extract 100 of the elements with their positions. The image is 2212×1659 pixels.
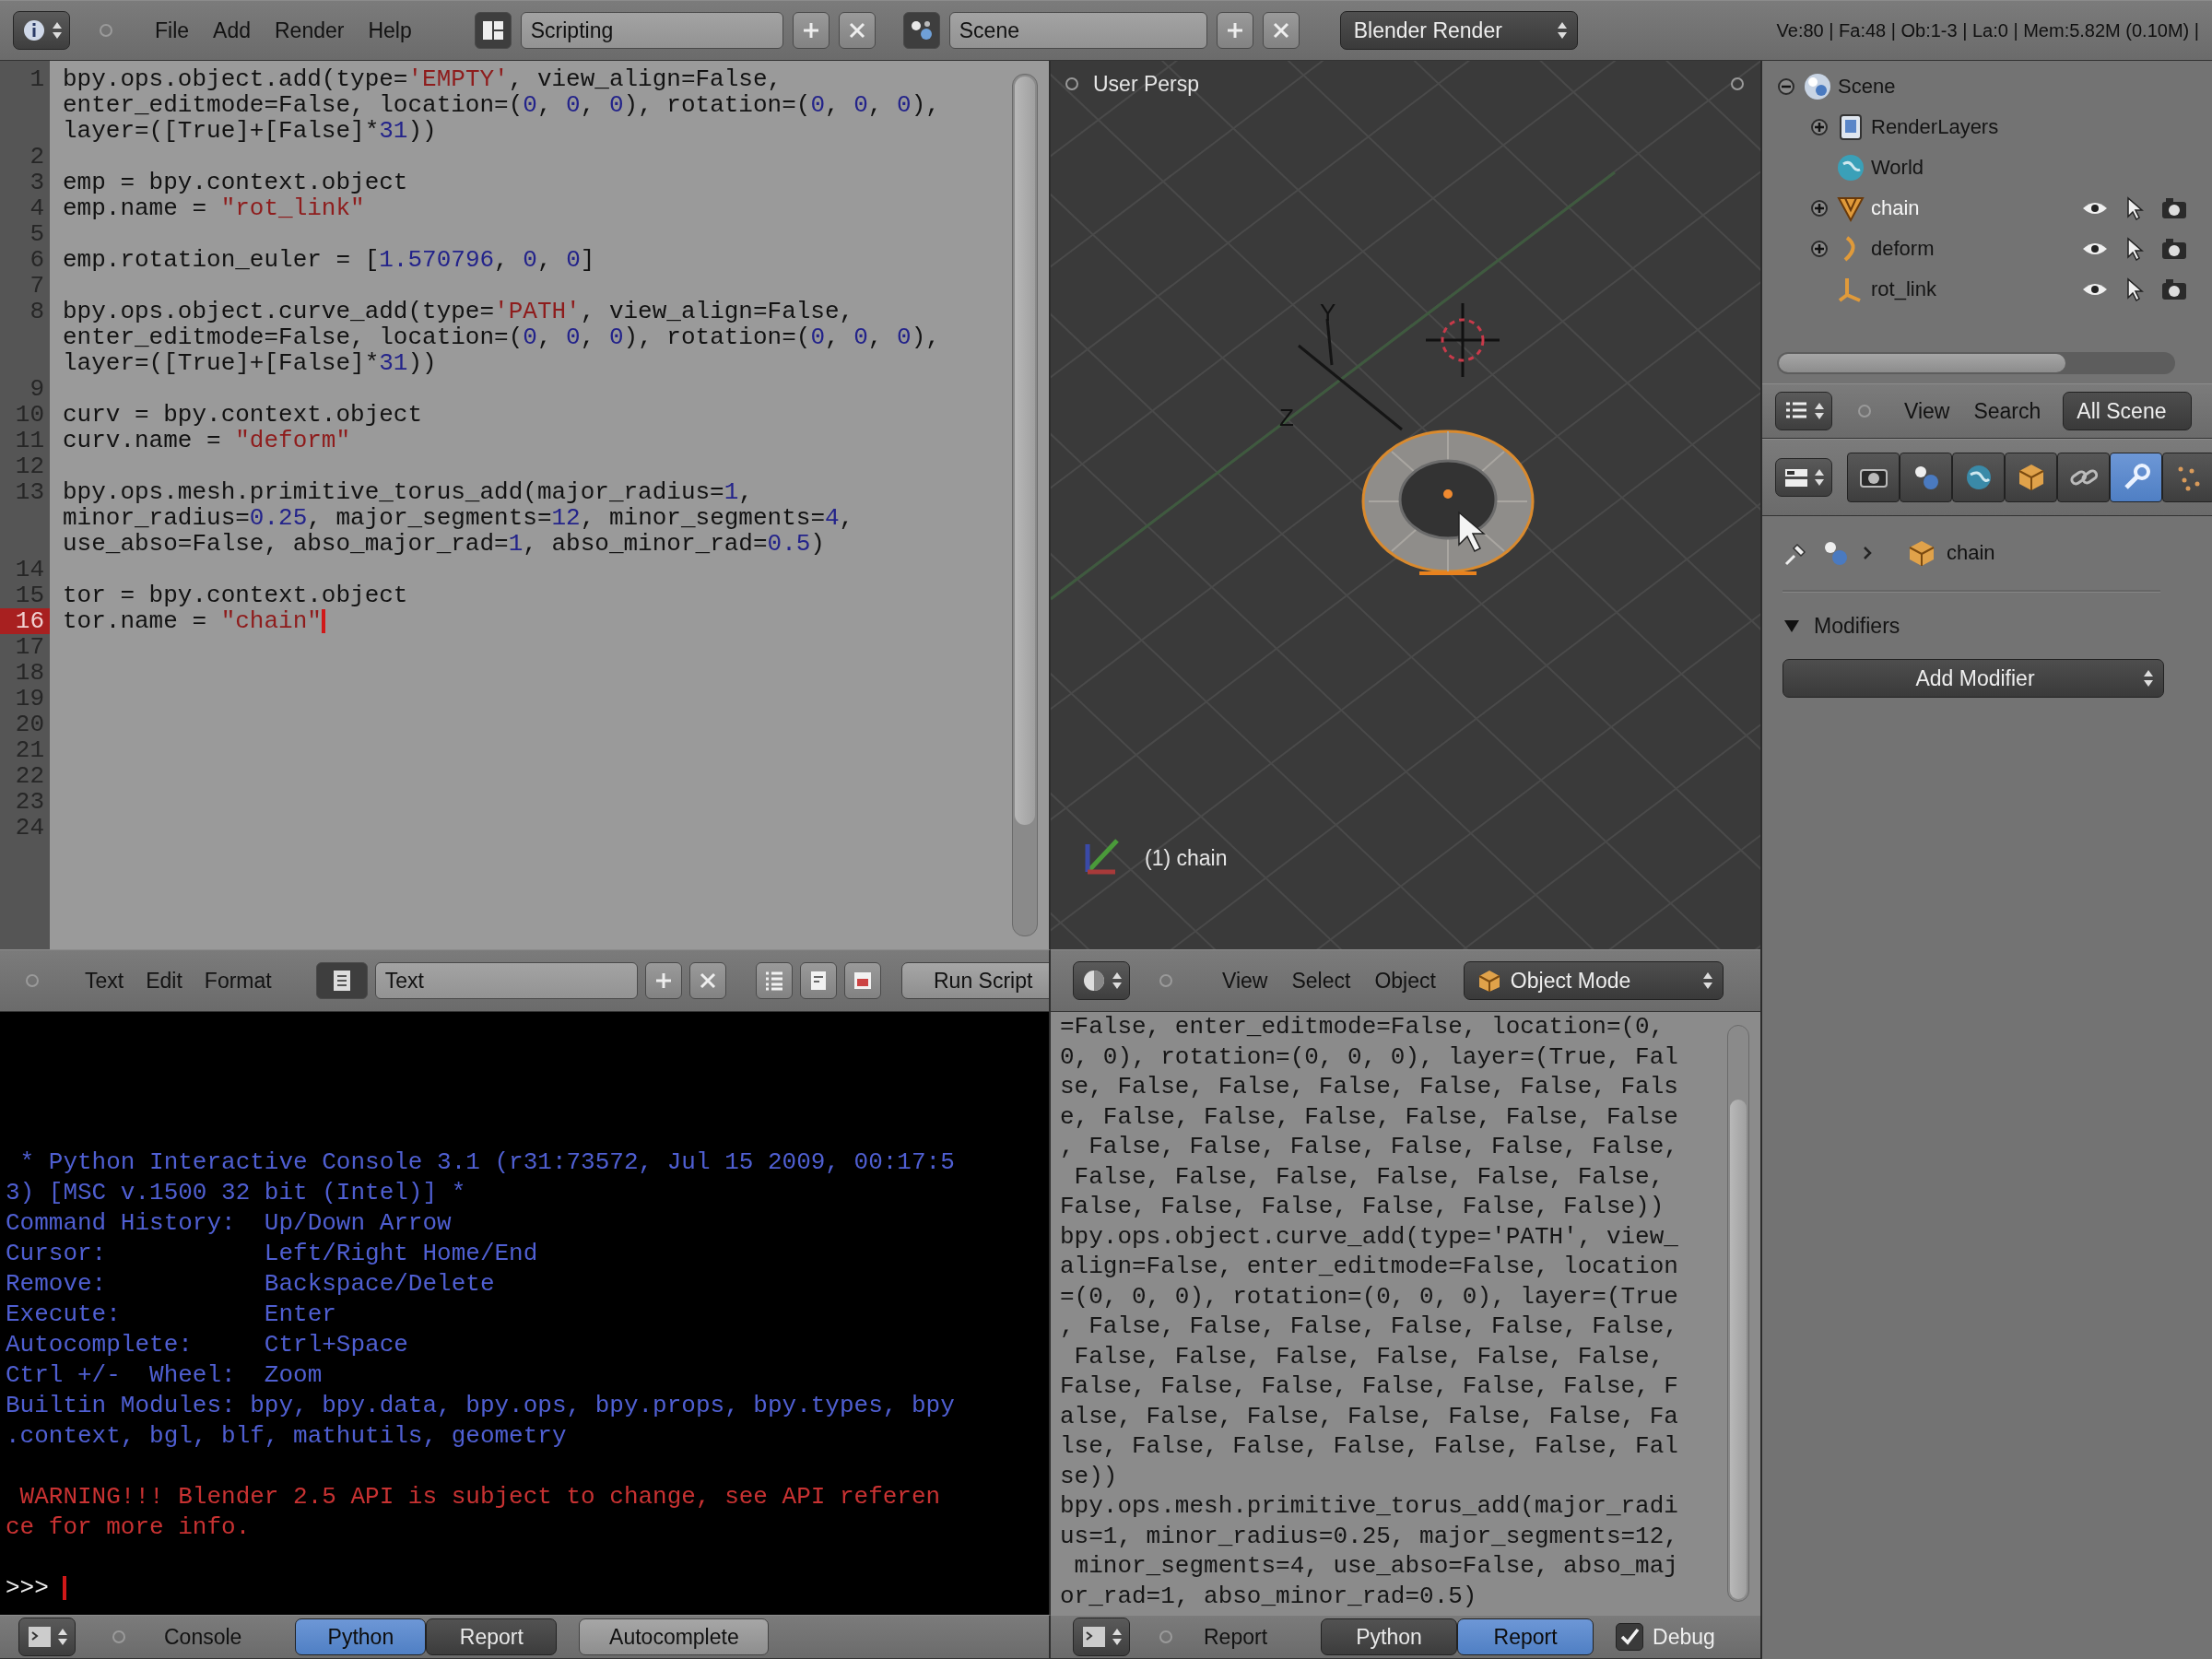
add-button[interactable] [644,962,682,999]
menu-item[interactable]: Search [1966,394,2049,428]
editor-type-button[interactable] [18,1618,76,1656]
menu-item[interactable]: Format [196,964,279,997]
menu-item[interactable]: View [1215,964,1276,997]
axis-gizmo-icon [1085,839,1119,875]
outliner-item[interactable]: chain [1871,196,1920,220]
report-line: se, False, False, False, False, False, Fals [1060,1072,1679,1102]
code-line: bpy.ops.object.curve_add(type='PATH', view_align=False, [62,299,855,324]
scene-field[interactable]: Scene [948,12,1207,49]
mode-tab[interactable]: Report [426,1618,558,1655]
editor-type-button[interactable] [1073,1618,1130,1656]
expand-icon[interactable] [1810,240,1829,258]
collapse-icon[interactable] [1777,77,1795,96]
delete-button[interactable] [838,12,876,49]
checkbox[interactable] [1616,1623,1644,1651]
report-line: or_rad=1, abso_minor_rad=0.5) [1060,1581,1478,1611]
menu-item[interactable]: Edit [138,964,190,997]
report-line: bpy.ops.mesh.primitive_torus_add(major_radi [1060,1491,1679,1522]
outliner-item[interactable]: deform [1871,237,1935,261]
properties-tab[interactable] [1900,453,1952,502]
report-line: e, False, False, False, False, False, False [1060,1101,1679,1132]
run-script-button[interactable]: Run Script [900,962,1049,999]
properties-tab[interactable] [2057,453,2110,502]
filter-tab[interactable]: Python [1321,1618,1458,1655]
console-line: ce for more info. [6,1512,252,1543]
cursor-icon[interactable] [2125,237,2144,261]
scene-button[interactable] [902,12,940,49]
menu-item[interactable]: Object [1367,964,1443,997]
object-name: chain [1947,541,1995,565]
expand-icon[interactable] [1810,118,1829,136]
menu-item[interactable]: View [1897,394,1958,428]
cursor-icon[interactable] [2125,277,2144,301]
display-mode-dropdown[interactable]: All Scene [2063,392,2193,430]
render-engine-dropdown[interactable]: Blender Render [1339,11,1578,50]
console-line: 3) [MSC v.1500 32 bit (Intel)] * [6,1178,467,1208]
view-label: User Persp [1093,72,1200,97]
mode-dropdown[interactable]: Object Mode [1463,961,1724,1000]
console-prompt: >>> [6,1574,49,1602]
layout-button[interactable] [474,12,512,49]
circle-icon [98,22,114,39]
properties-tab[interactable] [2005,453,2057,502]
filter-tab[interactable]: Report [1457,1618,1594,1655]
outliner-item[interactable]: Scene [1838,75,1896,99]
editor-type-button[interactable] [1775,392,1832,430]
report-line: alse, False, False, False, False, False, Fa [1060,1401,1679,1431]
menu-item[interactable]: Select [1284,964,1359,997]
scrollbar[interactable] [1012,74,1038,936]
outliner-item[interactable]: RenderLayers [1871,115,1999,139]
panel-header[interactable]: Modifiers [1783,606,2188,646]
outliner-item[interactable]: rot_link [1871,277,1936,301]
delete-button[interactable] [1262,12,1300,49]
console-line: WARNING!!! Blender 2.5 API is subject to change, see API referen [18,1482,942,1512]
camera-icon[interactable] [2160,196,2188,220]
syntax-highlight-button[interactable] [843,962,881,999]
properties-tab[interactable] [1952,453,2005,502]
menu-item[interactable]: File [147,14,197,47]
active-object-label: (1) chain [1145,846,1228,871]
outliner-item[interactable]: World [1871,156,1924,180]
cube-icon [1477,969,1501,993]
menu-item[interactable]: Add [206,14,258,47]
code-line: curv = bpy.context.object [62,402,423,428]
properties-tab[interactable] [2110,453,2162,502]
circle-icon [1064,76,1080,92]
word-wrap-button[interactable] [799,962,837,999]
autocomplete-button[interactable]: Autocomplete [579,1618,770,1655]
editor-type-button[interactable] [1775,458,1832,497]
menu-item[interactable]: Render [267,14,352,47]
code-line: enter_editmode=False, location=(0, 0, 0), rotation=(0, 0, 0), [62,324,940,350]
menu-item[interactable]: Console [157,1620,250,1653]
add-button[interactable] [1216,12,1253,49]
debug-checkbox[interactable]: Debug [1616,1623,1715,1651]
layout-icon [480,18,505,42]
editor-type-button[interactable] [13,11,70,50]
code-line: bpy.ops.mesh.primitive_torus_add(major_radius=1, [62,479,754,505]
menu-item[interactable]: Text [77,964,132,997]
report-line: False, False, False, False, False, False)) [1060,1192,1665,1222]
console-line: Builtin Modules: bpy, bpy.data, bpy.ops, bpy.props, bpy.types, bpy [6,1391,956,1421]
add-button[interactable] [792,12,830,49]
editor-type-button[interactable] [1073,961,1130,1000]
menu-item[interactable]: Help [360,14,419,47]
expand-icon[interactable] [1810,199,1829,218]
scrollbar[interactable] [1727,1025,1749,1602]
mode-tab[interactable]: Python [295,1618,427,1655]
add-modifier-dropdown[interactable]: Add Modifier [1783,659,2164,698]
text-browse-button[interactable] [315,962,368,999]
cursor-icon[interactable] [2125,196,2144,220]
line-numbers-button[interactable] [755,962,793,999]
menu-item[interactable]: Report [1196,1620,1276,1653]
delete-button[interactable] [688,962,726,999]
camera-icon[interactable] [2160,237,2188,261]
text-name-field[interactable]: Text [374,962,638,999]
report-line: 0, 0), rotation=(0, 0, 0), layer=(True, Fal [1060,1041,1679,1072]
camera-icon[interactable] [2160,277,2188,301]
properties-tab[interactable] [1847,453,1900,502]
properties-tab[interactable] [2162,453,2212,502]
scrollbar[interactable] [1777,352,2175,374]
code-line: tor.name = "chain" [50,608,325,634]
layout-field[interactable]: Scripting [520,12,783,49]
report-line: =(0, 0, 0), rotation=(0, 0, 0), layer=(True [1060,1281,1679,1312]
